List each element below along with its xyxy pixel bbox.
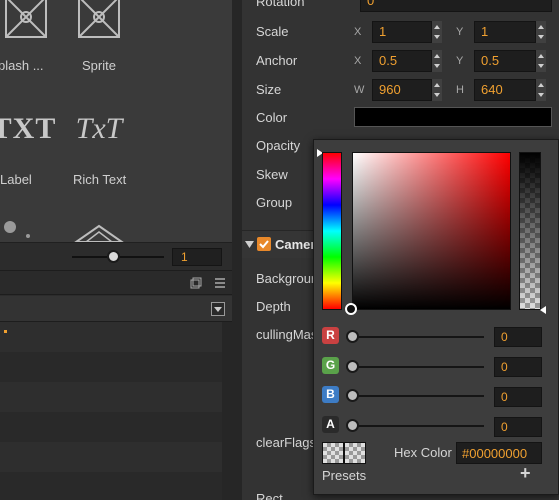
group-label: Group (256, 195, 293, 210)
list-item[interactable] (0, 352, 222, 382)
culling-mask-label: cullingMas (256, 327, 318, 342)
zoom-slider-thumb[interactable] (107, 250, 121, 263)
red-channel-track[interactable] (352, 336, 484, 338)
scale-x-stepper[interactable] (431, 21, 442, 43)
green-channel-value[interactable]: 0 (494, 357, 542, 377)
rich-text-glyph-icon: TxT (75, 112, 123, 145)
hue-slider[interactable] (322, 152, 342, 310)
anchor-y-stepper[interactable] (535, 50, 546, 72)
add-preset-button[interactable]: + (520, 463, 531, 484)
saturation-value-field[interactable] (352, 152, 511, 310)
depth-label: Depth (256, 299, 291, 314)
skew-label: Skew (256, 167, 288, 182)
rotation-label: Rotation (256, 0, 305, 9)
asset-label-splash: plash ... (0, 58, 44, 73)
color-picker-popup: R 0 G 0 B 0 A 0 Hex Color #00000000 Pres… (313, 139, 559, 495)
rotation-field[interactable]: 0 (360, 0, 552, 12)
hierarchy-panel (0, 270, 232, 500)
blue-channel-badge: B (322, 386, 339, 403)
popout-icon[interactable] (190, 277, 202, 289)
anchor-x-field[interactable]: 0.5 (372, 50, 432, 72)
zoom-value-field[interactable]: 1 (172, 248, 222, 266)
alpha-channel-value[interactable]: 0 (494, 417, 542, 437)
scale-y-axis-label: Y (456, 26, 464, 38)
red-channel-badge: R (322, 327, 339, 344)
size-w-field[interactable]: 960 (372, 79, 432, 101)
presets-label: Presets (322, 468, 367, 483)
background-color-label: Backgroun (256, 271, 319, 286)
list-item[interactable] (0, 382, 222, 412)
hex-color-field[interactable]: #00000000 (456, 442, 542, 464)
list-item[interactable] (0, 322, 222, 352)
green-channel-track[interactable] (352, 366, 484, 368)
hierarchy-toolbar (0, 296, 232, 322)
color-label: Color (256, 110, 288, 125)
size-h-axis-label: H (456, 84, 464, 96)
color-swatch[interactable] (354, 107, 552, 127)
alpha-slider[interactable] (519, 152, 541, 310)
blue-channel-track[interactable] (352, 395, 484, 397)
asset-label-label: Label (0, 172, 32, 187)
size-w-axis-label: W (354, 84, 365, 96)
blue-channel-value[interactable]: 0 (494, 387, 542, 407)
camera-enabled-checkbox[interactable] (257, 237, 271, 251)
rect-label: Rect (256, 491, 283, 500)
scale-label: Scale (256, 24, 289, 39)
alpha-channel-thumb[interactable] (346, 419, 359, 432)
green-channel-badge: G (322, 357, 339, 374)
clear-flags-label: clearFlags (256, 435, 316, 450)
hex-color-label: Hex Color (394, 445, 452, 460)
preset-swatch[interactable] (322, 442, 344, 464)
panel-divider[interactable] (232, 0, 242, 500)
alpha-channel-badge: A (322, 416, 339, 433)
hierarchy-tabbar (0, 271, 232, 295)
blue-channel-thumb[interactable] (346, 389, 359, 402)
menu-icon[interactable] (214, 277, 226, 289)
asset-sprite[interactable] (49, 0, 149, 46)
asset-panel: plash ... Sprite TXT Label TxT Rich Text (0, 0, 232, 242)
alpha-marker-icon (540, 306, 546, 314)
color-cursor[interactable] (345, 303, 357, 315)
collapse-dropdown-button[interactable] (211, 302, 225, 316)
partial-asset-icon (26, 234, 30, 238)
list-item[interactable] (0, 412, 222, 442)
opacity-label: Opacity (256, 138, 301, 153)
asset-label-sprite: Sprite (82, 58, 116, 73)
size-label: Size (256, 82, 282, 97)
anchor-x-axis-label: X (354, 55, 362, 67)
scale-x-field[interactable]: 1 (372, 21, 432, 43)
list-item[interactable] (0, 472, 222, 500)
size-w-stepper[interactable] (431, 79, 442, 101)
caret-down-icon (245, 241, 254, 248)
hierarchy-scrollbar[interactable] (222, 322, 232, 500)
preset-swatch[interactable] (344, 442, 366, 464)
asset-label-rich-text: Rich Text (73, 172, 127, 187)
checkmark-icon (259, 240, 269, 249)
alpha-channel-track[interactable] (352, 425, 484, 427)
zoom-slider-row: 1 (0, 242, 232, 270)
anchor-x-stepper[interactable] (431, 50, 442, 72)
cross-box-icon (3, 0, 49, 40)
anchor-y-field[interactable]: 0.5 (474, 50, 536, 72)
scale-x-axis-label: X (354, 26, 362, 38)
red-channel-thumb[interactable] (346, 330, 359, 343)
list-item[interactable] (0, 442, 222, 472)
green-channel-thumb[interactable] (346, 360, 359, 373)
cross-box-icon (76, 0, 122, 40)
red-channel-value[interactable]: 0 (494, 327, 542, 347)
partial-asset-icon (4, 221, 16, 233)
scale-y-stepper[interactable] (535, 21, 546, 43)
list-item-marker (4, 330, 7, 333)
size-h-field[interactable]: 640 (474, 79, 536, 101)
size-h-stepper[interactable] (535, 79, 546, 101)
anchor-y-axis-label: Y (456, 55, 464, 67)
anchor-label: Anchor (256, 53, 298, 68)
asset-rich-text[interactable]: TxT (49, 112, 149, 146)
diamond-icon (74, 224, 124, 242)
chevron-down-icon (214, 307, 222, 312)
scale-y-field[interactable]: 1 (474, 21, 536, 43)
